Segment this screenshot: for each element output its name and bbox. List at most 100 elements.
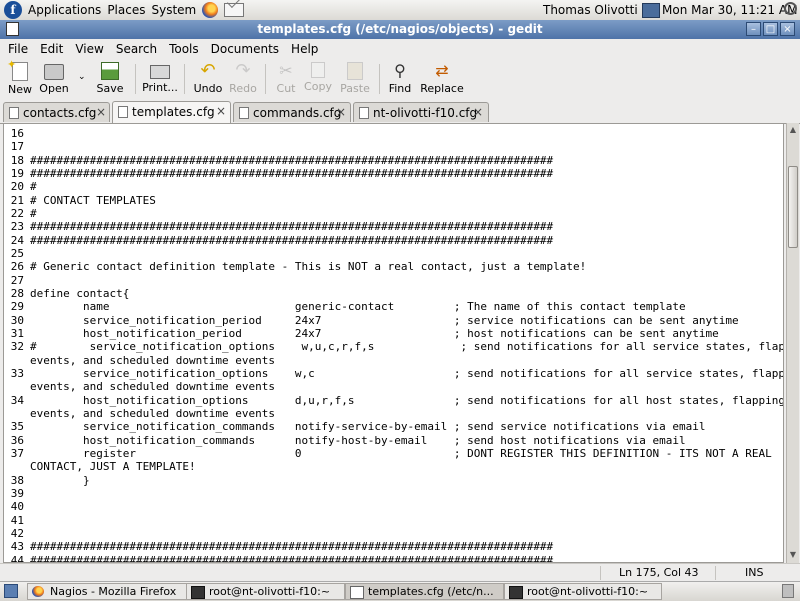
mail-launcher-icon[interactable]	[224, 3, 245, 17]
tab-templates-cfg[interactable]: templates.cfg ×	[112, 101, 231, 123]
editor-line[interactable]: 29 name generic-contact ; The name of th…	[4, 300, 686, 313]
tab-close-icon[interactable]: ×	[94, 105, 108, 119]
minimize-button[interactable]: –	[746, 22, 761, 36]
open-recent-dropdown[interactable]: ⌄	[78, 72, 86, 82]
print-button[interactable]: Print...	[140, 60, 180, 98]
editor-line[interactable]: 34 host_notification_options d,u,r,f,s ;…	[4, 394, 783, 407]
applications-menu[interactable]: Applications	[28, 3, 101, 17]
editor-line[interactable]: 43 ######################################…	[4, 540, 553, 553]
task-terminal-2[interactable]: root@nt-olivotti-f10:~	[504, 583, 662, 600]
clock[interactable]: Mon Mar 30, 11:21 AM	[662, 3, 797, 17]
line-text[interactable]: #	[30, 180, 37, 193]
editor-line[interactable]: 25	[4, 247, 30, 260]
line-text[interactable]: ########################################…	[30, 554, 553, 562]
line-text[interactable]: name generic-contact ; The name of this …	[30, 300, 686, 313]
redo-button[interactable]: ↷ Redo	[223, 60, 263, 98]
editor-line[interactable]: 28 define contact{	[4, 287, 130, 300]
menu-view[interactable]: View	[69, 42, 109, 56]
firefox-launcher-icon[interactable]	[202, 2, 219, 18]
editor-line[interactable]: 18 ######################################…	[4, 154, 553, 167]
editor-line[interactable]: 27	[4, 274, 30, 287]
network-monitor-icon[interactable]	[642, 3, 660, 18]
menu-edit[interactable]: Edit	[34, 42, 69, 56]
line-text[interactable]: host_notification_options d,u,r,f,s ; se…	[30, 394, 783, 407]
task-gedit[interactable]: templates.cfg (/etc/n...	[345, 583, 504, 600]
paste-button[interactable]: Paste	[335, 60, 375, 98]
close-button[interactable]: ×	[780, 22, 795, 36]
editor-line[interactable]: 31 host_notification_period 24x7 ; host …	[4, 327, 719, 340]
line-text[interactable]: service_notification_period 24x7 ; servi…	[30, 314, 739, 327]
editor-line[interactable]: 42	[4, 527, 30, 540]
line-text[interactable]: }	[30, 474, 90, 487]
user-name[interactable]: Thomas Olivotti	[543, 3, 638, 17]
fedora-logo-icon[interactable]: f	[4, 1, 22, 19]
vertical-scrollbar[interactable]: ▲ ▼	[786, 123, 799, 563]
tab-close-icon[interactable]: ×	[214, 104, 228, 118]
line-text[interactable]: ########################################…	[30, 540, 553, 553]
text-editor[interactable]: 16 17 18 ##################################…	[3, 123, 784, 563]
show-desktop-icon[interactable]	[4, 584, 18, 598]
tab-commands-cfg[interactable]: commands.cfg ×	[233, 102, 351, 122]
editor-line[interactable]: 24 ######################################…	[4, 234, 553, 247]
editor-line[interactable]: 41	[4, 514, 30, 527]
tab-close-icon[interactable]: ×	[334, 105, 348, 119]
editor-line[interactable]: 23 ######################################…	[4, 220, 553, 233]
editor-line[interactable]: 39	[4, 487, 30, 500]
wrapped-line-text[interactable]: events, and scheduled downtime events	[30, 380, 275, 393]
wrapped-line-text[interactable]: CONTACT, JUST A TEMPLATE!	[30, 460, 196, 473]
line-text[interactable]: ########################################…	[30, 167, 553, 180]
menu-search[interactable]: Search	[110, 42, 163, 56]
editor-line[interactable]: 22 #	[4, 207, 37, 220]
editor-line[interactable]: 35 service_notification_commands notify-…	[4, 420, 706, 433]
open-button[interactable]: Open	[32, 60, 76, 98]
undo-button[interactable]: ↶ Undo	[188, 60, 228, 98]
menu-help[interactable]: Help	[285, 42, 324, 56]
places-menu[interactable]: Places	[107, 3, 145, 17]
wrapped-line-text[interactable]: events, and scheduled downtime events	[30, 354, 275, 367]
line-text[interactable]: service_notification_commands notify-ser…	[30, 420, 706, 433]
editor-line[interactable]: 38 }	[4, 474, 90, 487]
tab-contacts-cfg[interactable]: contacts.cfg ×	[3, 102, 110, 122]
save-button[interactable]: Save	[90, 60, 130, 98]
system-menu[interactable]: System	[151, 3, 196, 17]
menu-file[interactable]: File	[0, 42, 34, 56]
editor-line[interactable]: 30 service_notification_period 24x7 ; se…	[4, 314, 739, 327]
line-text[interactable]: host_notification_commands notify-host-b…	[30, 434, 686, 447]
maximize-button[interactable]: □	[763, 22, 778, 36]
power-icon[interactable]	[784, 2, 797, 15]
editor-line[interactable]: 36 host_notification_commands notify-hos…	[4, 434, 686, 447]
editor-line[interactable]: 40	[4, 500, 30, 513]
trash-icon[interactable]	[782, 584, 794, 598]
line-text[interactable]: register 0 ; DONT REGISTER THIS DEFINITI…	[30, 447, 772, 460]
tab-close-icon[interactable]: ×	[471, 105, 485, 119]
editor-line[interactable]: 37 register 0 ; DONT REGISTER THIS DEFIN…	[4, 447, 772, 460]
line-text[interactable]: ########################################…	[30, 154, 553, 167]
task-firefox[interactable]: Nagios - Mozilla Firefox	[27, 583, 187, 600]
copy-button[interactable]: Copy	[298, 60, 338, 98]
editor-line[interactable]: 44 ######################################…	[4, 554, 553, 562]
line-text[interactable]: host_notification_period 24x7 ; host not…	[30, 327, 719, 340]
window-titlebar[interactable]: templates.cfg (/etc/nagios/objects) - ge…	[0, 20, 800, 39]
line-text[interactable]: ########################################…	[30, 220, 553, 233]
line-text[interactable]: # CONTACT TEMPLATES	[30, 194, 156, 207]
editor-line[interactable]: 20 #	[4, 180, 37, 193]
wrapped-line-text[interactable]: events, and scheduled downtime events	[30, 407, 275, 420]
tab-nt-olivotti-f10-cfg[interactable]: nt-olivotti-f10.cfg ×	[353, 102, 489, 122]
replace-button[interactable]: ⇄ Replace	[418, 60, 466, 98]
scroll-down-icon[interactable]: ▼	[787, 548, 799, 562]
editor-line[interactable]: 26 # Generic contact definition template …	[4, 260, 587, 273]
line-text[interactable]: ########################################…	[30, 234, 553, 247]
editor-line[interactable]: 19 ######################################…	[4, 167, 553, 180]
editor-line[interactable]: 32 # service_notification_options w,u,c,r…	[4, 340, 783, 353]
editor-line[interactable]: 21 # CONTACT TEMPLATES	[4, 194, 156, 207]
line-text[interactable]: # service_notification_options w,u,c,r,f…	[30, 340, 783, 353]
editor-line[interactable]: 17	[4, 140, 30, 153]
line-text[interactable]: service_notification_options w,c ; send …	[30, 367, 783, 380]
scrollbar-thumb[interactable]	[788, 166, 798, 248]
menu-documents[interactable]: Documents	[205, 42, 285, 56]
scroll-up-icon[interactable]: ▲	[787, 123, 799, 137]
editor-line[interactable]: 33 service_notification_options w,c ; se…	[4, 367, 783, 380]
line-text[interactable]: #	[30, 207, 37, 220]
task-terminal-1[interactable]: root@nt-olivotti-f10:~	[186, 583, 345, 600]
find-button[interactable]: ⚲ Find	[380, 60, 420, 98]
